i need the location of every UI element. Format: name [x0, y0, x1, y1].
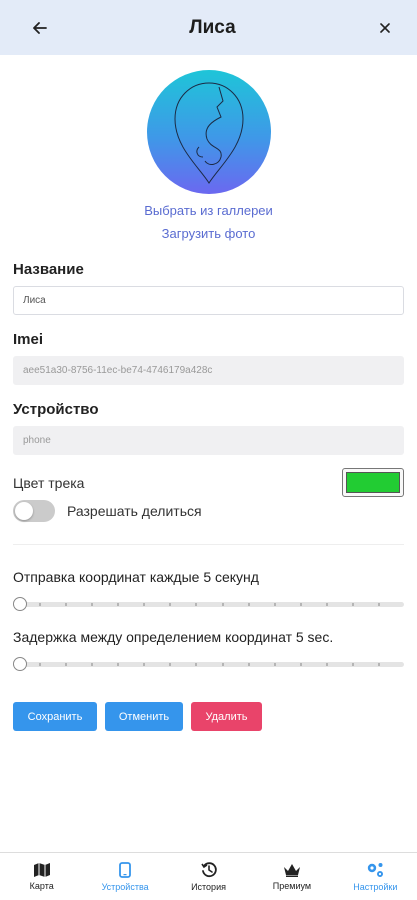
slider-thumb[interactable]: [13, 657, 27, 671]
map-icon: [33, 862, 50, 877]
slider-tick: [274, 603, 276, 606]
divider: [13, 544, 404, 545]
tab-label: Устройства: [101, 881, 149, 892]
slider-tick: [65, 663, 67, 666]
slider-tick: [169, 663, 171, 666]
track-color-label: Цвет трека: [13, 474, 85, 491]
tab-label: Настройки: [353, 881, 398, 892]
slider-tick: [143, 663, 145, 666]
slider-tick: [91, 663, 93, 666]
send-interval-slider[interactable]: [13, 597, 404, 611]
delete-button[interactable]: Удалить: [191, 702, 262, 731]
tab-label: История: [191, 881, 226, 892]
tab-label: Премиум: [272, 880, 312, 891]
name-input[interactable]: Лиса: [13, 286, 404, 315]
slider-tick: [195, 663, 197, 666]
slider-tick: [378, 603, 380, 606]
tab-devices[interactable]: Устройства: [83, 853, 166, 900]
upload-photo-link[interactable]: Загрузить фото: [13, 222, 404, 245]
fox-pin-icon: [173, 82, 244, 184]
delay-slider[interactable]: [13, 657, 404, 671]
device-avatar[interactable]: [146, 70, 271, 194]
close-icon: [380, 22, 390, 33]
slider-tick: [39, 603, 41, 606]
tab-premium[interactable]: Премиум: [250, 853, 333, 900]
back-button[interactable]: [28, 16, 52, 40]
close-button[interactable]: [373, 16, 397, 40]
history-icon: [200, 861, 217, 877]
gears-icon: [368, 862, 384, 877]
tab-map[interactable]: Карта: [0, 853, 83, 900]
imei-label: Imei: [13, 331, 44, 348]
slider-tick: [326, 663, 328, 666]
slider-thumb[interactable]: [13, 597, 27, 611]
share-label: Разрешать делиться: [67, 503, 202, 519]
toggle-knob: [15, 502, 33, 520]
tab-settings[interactable]: Настройки: [334, 853, 417, 900]
imei-field: aee51a30-8756-11ec-be74-4746179a428c: [13, 356, 404, 385]
slider-tick: [195, 603, 197, 606]
slider-tick: [222, 603, 224, 606]
slider-tick: [65, 603, 67, 606]
app-header: Лиса: [0, 0, 417, 55]
slider-tick: [91, 603, 93, 606]
slider-track: [13, 602, 404, 607]
arrow-left-icon: [33, 21, 47, 34]
device-field: phone: [13, 426, 404, 455]
slider-tick: [117, 603, 119, 606]
delay-label: Задержка между определением координат 5 …: [13, 629, 334, 645]
name-label: Название: [13, 261, 84, 278]
bottom-tab-bar: Карта Устройства История Премиум Настрой…: [0, 852, 417, 900]
device-form: Выбрать из галлереи Загрузить фото Назва…: [0, 55, 417, 852]
phone-icon: [119, 861, 132, 878]
slider-tick: [300, 663, 302, 666]
slider-tick: [143, 603, 145, 606]
crown-icon: [283, 863, 300, 877]
page-title: Лиса: [189, 16, 236, 38]
save-button[interactable]: Сохранить: [13, 702, 97, 731]
slider-tick: [352, 663, 354, 666]
slider-tick: [248, 663, 250, 666]
slider-tick: [39, 663, 41, 666]
slider-tick: [352, 603, 354, 606]
tab-label: Карта: [29, 880, 54, 891]
slider-tick: [378, 663, 380, 666]
slider-tick: [326, 603, 328, 606]
slider-tick: [274, 663, 276, 666]
tab-history[interactable]: История: [167, 853, 250, 900]
slider-track: [13, 662, 404, 667]
share-toggle[interactable]: [13, 500, 55, 522]
device-label: Устройство: [13, 401, 99, 418]
slider-tick: [248, 603, 250, 606]
choose-from-gallery-link[interactable]: Выбрать из галлереи: [13, 199, 404, 222]
slider-tick: [300, 603, 302, 606]
track-color-picker[interactable]: [342, 468, 404, 497]
cancel-button[interactable]: Отменить: [105, 702, 183, 731]
slider-tick: [222, 663, 224, 666]
slider-tick: [117, 663, 119, 666]
send-interval-label: Отправка координат каждые 5 секунд: [13, 569, 259, 585]
track-color-swatch: [346, 472, 400, 493]
slider-tick: [169, 603, 171, 606]
